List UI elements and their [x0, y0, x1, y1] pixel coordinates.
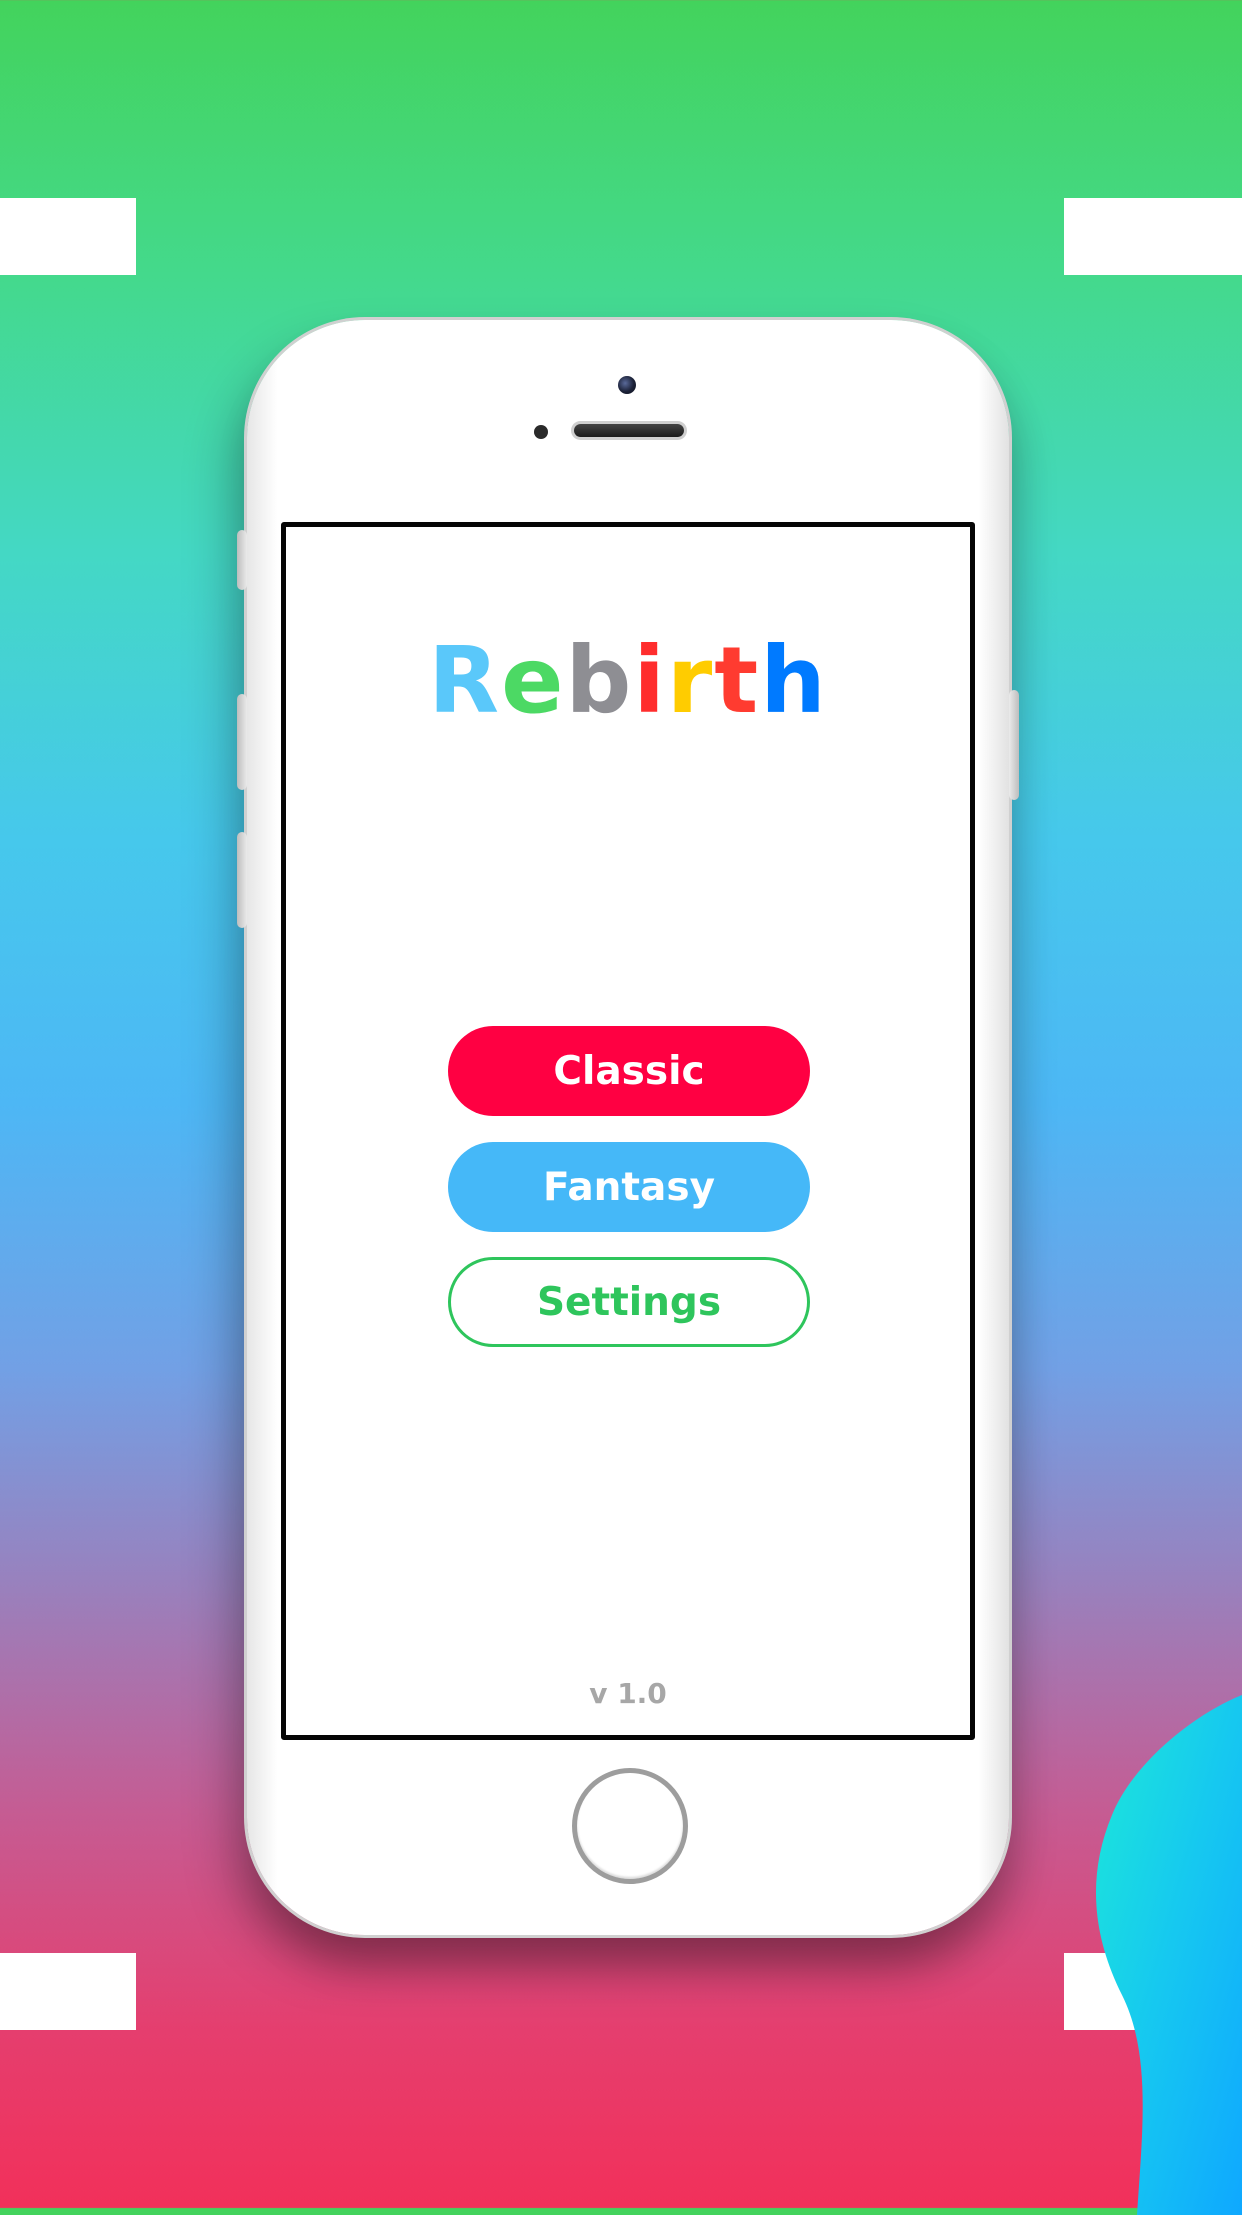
- decorative-bar-top-left: [0, 198, 136, 275]
- phone-device: Rebirth Classic Fantasy Settings v 1.0: [237, 320, 1019, 1935]
- classic-button[interactable]: Classic: [448, 1026, 810, 1116]
- fantasy-button[interactable]: Fantasy: [448, 1142, 810, 1232]
- earpiece-speaker-icon: [574, 424, 684, 437]
- logo-letter: t: [714, 627, 761, 734]
- logo-letter: R: [428, 627, 502, 734]
- decorative-bar-top-right: [1064, 198, 1242, 275]
- volume-up-button: [237, 694, 247, 790]
- logo-letter: e: [501, 627, 566, 734]
- app-logo-title: Rebirth: [286, 635, 970, 727]
- decorative-bar-bottom-left: [0, 1953, 136, 2030]
- app-screen: Rebirth Classic Fantasy Settings v 1.0: [281, 522, 975, 1740]
- logo-letter: i: [633, 627, 667, 734]
- mute-switch: [237, 530, 247, 590]
- logo-letter: h: [760, 627, 828, 734]
- version-label: v 1.0: [589, 1677, 667, 1710]
- volume-down-button: [237, 832, 247, 928]
- camera-icon: [618, 376, 636, 394]
- settings-button[interactable]: Settings: [448, 1257, 810, 1347]
- proximity-sensor-icon: [534, 425, 548, 439]
- logo-letter: b: [565, 627, 634, 734]
- power-button: [1009, 690, 1019, 800]
- logo-letter: r: [666, 627, 715, 734]
- decorative-blob: [1095, 1695, 1242, 2215]
- home-button-icon[interactable]: [572, 1768, 688, 1884]
